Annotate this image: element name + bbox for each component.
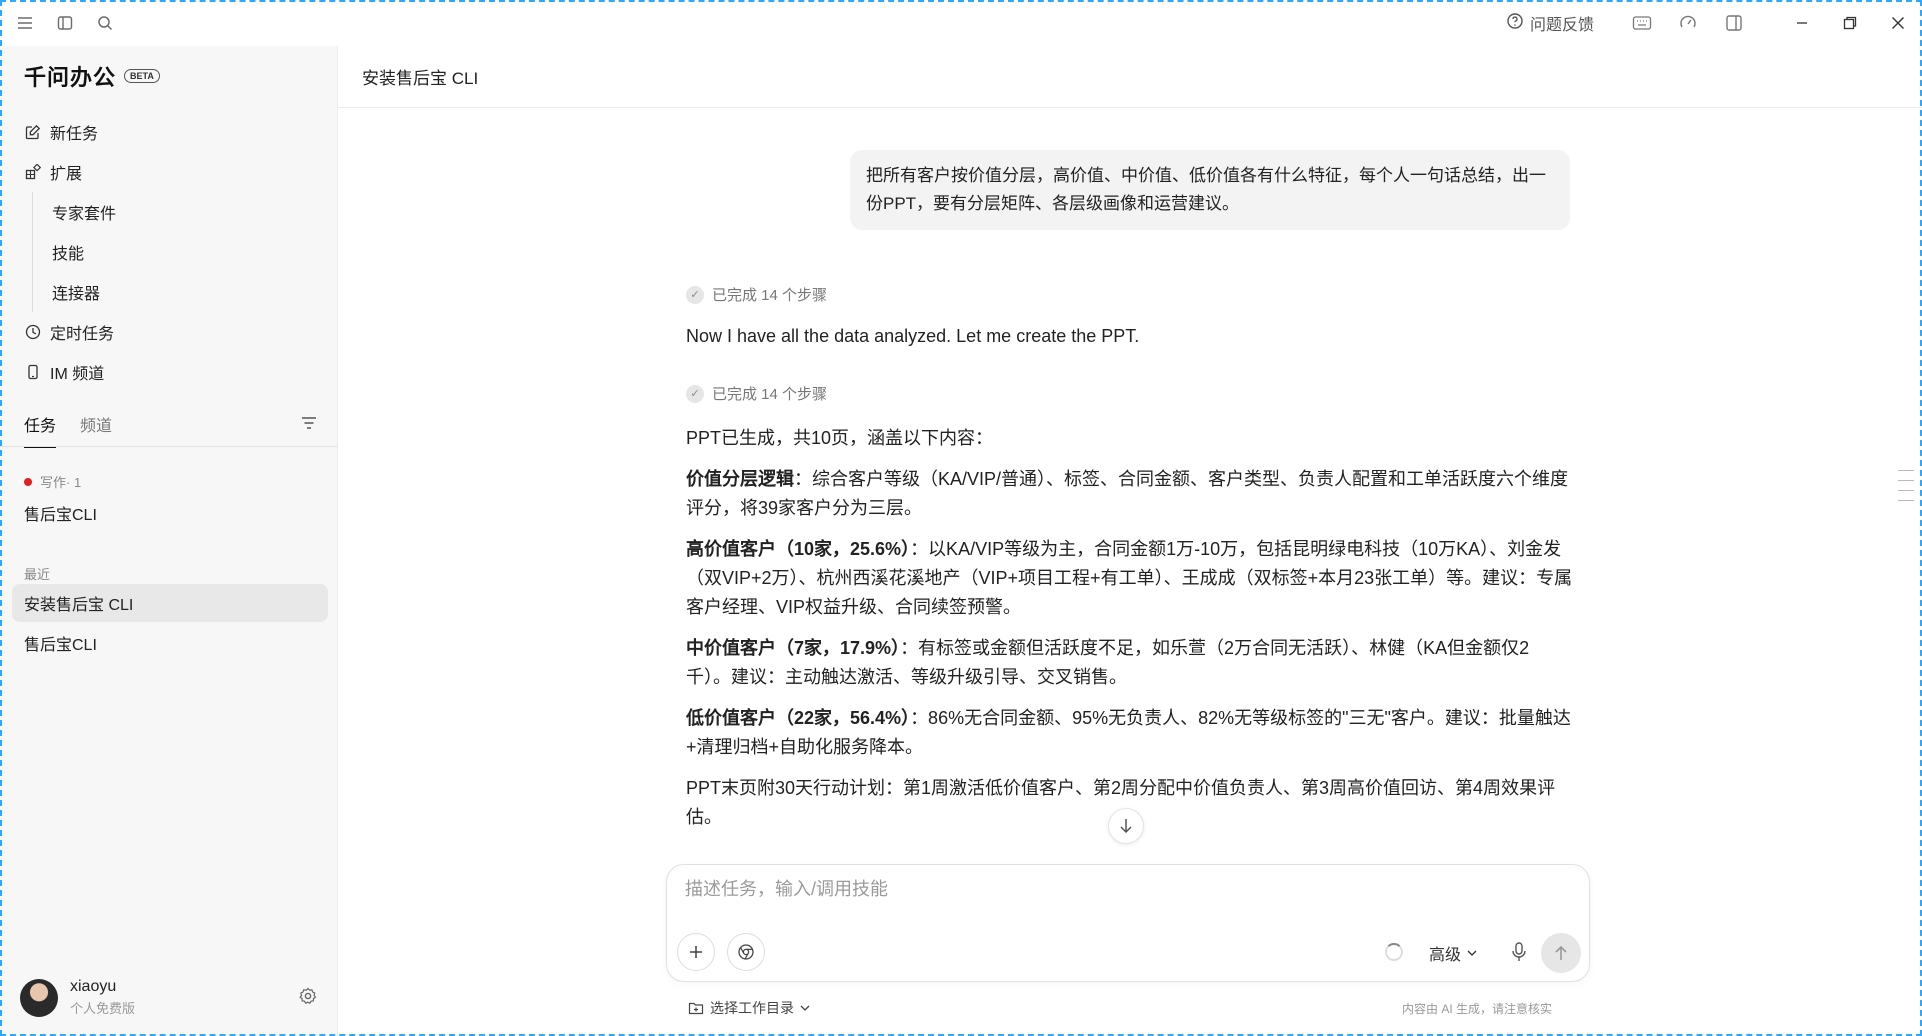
arrow-up-icon xyxy=(1555,945,1567,960)
sidebar-item-im-channel[interactable]: IM 频道 xyxy=(24,352,324,392)
phone-icon xyxy=(24,363,42,381)
microphone-icon[interactable] xyxy=(1509,941,1529,963)
recent-item-selected[interactable]: 安装售后宝 CLI xyxy=(12,584,328,622)
recent-item[interactable]: 售后宝CLI xyxy=(12,624,328,662)
sidebar-item-expert-suite[interactable]: 专家套件 xyxy=(24,192,324,232)
minimize-icon xyxy=(1797,22,1807,24)
mode-select[interactable]: 高级 xyxy=(1429,941,1477,965)
keyboard-icon[interactable] xyxy=(1632,13,1652,33)
check-icon: ✓ xyxy=(686,384,704,403)
sidebar-item-connectors[interactable]: 连接器 xyxy=(24,272,324,312)
restore-button[interactable] xyxy=(1826,0,1874,46)
sidebar-item-label: 新任务 xyxy=(50,126,99,143)
check-icon: ✓ xyxy=(686,285,704,304)
brand-name: 千问办公 xyxy=(24,65,117,90)
scrollbar-marks[interactable] xyxy=(1898,470,1914,510)
loading-spinner xyxy=(1385,943,1403,961)
scroll-to-bottom-button[interactable] xyxy=(1108,808,1144,844)
send-button[interactable] xyxy=(1541,933,1581,973)
search-icon[interactable] xyxy=(96,14,114,32)
assistant-message: Now I have all the data analyzed. Let me… xyxy=(686,326,1140,346)
sidebar-item-label: 扩展 xyxy=(50,166,83,183)
sidebar-toggle-icon[interactable] xyxy=(56,14,74,32)
chevron-down-icon xyxy=(800,1005,810,1011)
summary-paragraph-1: 价值分层逻辑：综合客户等级（KA/VIP/普通）、标签、合同金额、客户类型、负责… xyxy=(686,465,1574,523)
clock-icon xyxy=(24,323,42,341)
user-profile[interactable]: xiaoyu 个人免费版 xyxy=(20,978,135,1017)
steps-label: 已完成 14 个步骤 xyxy=(712,287,828,304)
sidebar-nav: 新任务 扩展 专家套件 技能 连接器 定时任务 IM 频道 xyxy=(24,112,324,392)
select-workdir-button[interactable]: 选择工作目录 xyxy=(688,998,810,1018)
tabs-divider xyxy=(0,446,338,447)
feedback-button[interactable]: 问题反馈 xyxy=(1506,11,1594,35)
sidebar: 千问办公 BETA 新任务 扩展 专家套件 技能 连接器 定时任务 IM 频道 … xyxy=(0,46,338,1036)
recent-label: 最近 xyxy=(24,567,51,582)
gauge-icon[interactable] xyxy=(1678,13,1698,33)
sidebar-item-extensions[interactable]: 扩展 xyxy=(24,152,324,192)
beta-badge: BETA xyxy=(124,69,160,83)
tab-channels[interactable]: 频道 xyxy=(80,412,112,446)
ai-disclaimer: 内容由 AI 生成，请注意核实 xyxy=(1402,1002,1553,1016)
sidebar-item-label: 技能 xyxy=(52,246,85,263)
page-title: 安装售后宝 CLI xyxy=(338,46,1922,108)
sidebar-item-skills[interactable]: 技能 xyxy=(24,232,324,272)
help-icon xyxy=(1506,12,1524,35)
workdir-label: 选择工作目录 xyxy=(710,1000,794,1016)
user-message: 把所有客户按价值分层，高价值、中价值、低价值各有什么特征，每个人一句话总结，出一… xyxy=(850,150,1570,230)
edit-icon xyxy=(24,123,42,141)
sidebar-item-label: 专家套件 xyxy=(52,206,117,223)
extensions-icon xyxy=(24,163,42,181)
steps-collapsed-1[interactable]: ✓ 已完成 14 个步骤 xyxy=(686,284,827,305)
minimize-button[interactable] xyxy=(1778,0,1826,46)
plus-icon xyxy=(690,946,702,958)
title-bar: 问题反馈 xyxy=(0,0,1922,46)
restore-icon xyxy=(1843,16,1857,30)
composer: 高级 xyxy=(666,864,1590,982)
menu-icon[interactable] xyxy=(16,14,34,32)
summary-paragraph-4: 低价值客户（22家，56.4%）：86%无合同金额、95%无负责人、82%无等级… xyxy=(686,704,1574,762)
chevron-down-icon xyxy=(1467,950,1477,956)
summary-intro: PPT已生成，共10页，涵盖以下内容： xyxy=(686,428,994,448)
browser-button[interactable] xyxy=(727,933,765,971)
paragraph-heading: 价值分层逻辑 xyxy=(686,469,794,489)
task-input[interactable] xyxy=(685,879,1565,900)
chrome-icon xyxy=(738,944,754,960)
filter-icon[interactable] xyxy=(300,414,318,432)
user-name: xiaoyu xyxy=(70,978,117,995)
sidebar-item-label: 定时任务 xyxy=(50,326,115,343)
sidebar-item-scheduled[interactable]: 定时任务 xyxy=(24,312,324,352)
add-button[interactable] xyxy=(677,933,715,971)
paragraph-body: ：综合客户等级（KA/VIP/普通）、标签、合同金额、客户类型、负责人配置和工单… xyxy=(686,469,1569,518)
mode-label: 高级 xyxy=(1429,947,1462,964)
paragraph-heading: 中价值客户（7家，17.9%） xyxy=(686,638,901,658)
brand: 千问办公 BETA xyxy=(24,60,160,92)
gear-icon[interactable] xyxy=(298,986,318,1006)
sidebar-item-label: 连接器 xyxy=(52,286,101,303)
writing-group-text: 写作· 1 xyxy=(40,475,82,490)
paragraph-heading: 低价值客户（22家，56.4%） xyxy=(686,708,911,728)
tab-tasks[interactable]: 任务 xyxy=(24,412,57,448)
arrow-down-icon xyxy=(1120,819,1132,834)
writing-group-label: 写作· 1 xyxy=(24,472,81,491)
split-view-icon[interactable] xyxy=(1724,13,1744,33)
task-item-writing[interactable]: 售后宝CLI xyxy=(12,494,328,532)
close-icon xyxy=(1892,17,1904,29)
sidebar-item-label: IM 频道 xyxy=(50,366,105,383)
close-button[interactable] xyxy=(1874,0,1922,46)
user-plan: 个人免费版 xyxy=(70,1001,136,1016)
steps-collapsed-2[interactable]: ✓ 已完成 14 个步骤 xyxy=(686,383,827,404)
avatar xyxy=(20,978,58,1017)
steps-label: 已完成 14 个步骤 xyxy=(712,386,828,403)
folder-plus-icon xyxy=(688,1002,704,1015)
paragraph-heading: 高价值客户（10家，25.6%） xyxy=(686,539,911,559)
summary-paragraph-2: 高价值客户（10家，25.6%）：以KA/VIP等级为主，合同金额1万-10万，… xyxy=(686,535,1574,622)
sidebar-tabs: 任务 频道 xyxy=(24,412,324,448)
status-dot xyxy=(24,477,32,486)
main-panel: 安装售后宝 CLI 把所有客户按价值分层，高价值、中价值、低价值各有什么特征，每… xyxy=(338,46,1922,1036)
summary-paragraph-3: 中价值客户（7家，17.9%）：有标签或金额但活跃度不足，如乐萱（2万合同无活跃… xyxy=(686,634,1574,692)
sidebar-item-new-task[interactable]: 新任务 xyxy=(24,112,324,152)
feedback-label: 问题反馈 xyxy=(1529,17,1594,34)
